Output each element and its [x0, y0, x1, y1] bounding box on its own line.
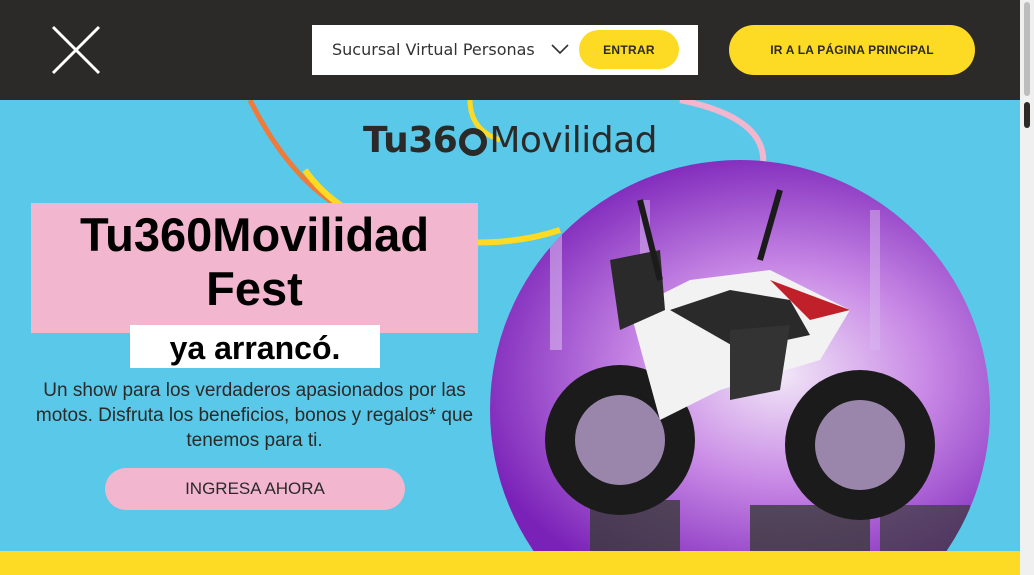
brand-logo-light: Movilidad: [489, 120, 657, 161]
hero-subtitle: ya arrancó.: [130, 325, 380, 368]
login-button[interactable]: ENTRAR: [579, 30, 679, 69]
home-page-button[interactable]: IR A LA PÁGINA PRINCIPAL: [729, 25, 975, 75]
hero-title-line2: Fest: [206, 262, 303, 315]
branch-select-label: Sucursal Virtual Personas: [332, 40, 535, 59]
hero-title-line1: Tu360Movilidad: [79, 208, 430, 261]
brand-logo: Tu36 Movilidad: [363, 120, 657, 161]
login-box: Sucursal Virtual Personas ENTRAR: [312, 25, 698, 75]
close-icon: [51, 25, 101, 75]
top-bar: Sucursal Virtual Personas ENTRAR IR A LA…: [0, 0, 1020, 100]
branch-select[interactable]: Sucursal Virtual Personas: [332, 25, 570, 75]
ingresa-ahora-button[interactable]: INGRESA AHORA: [105, 468, 405, 510]
chevron-down-icon: [551, 44, 569, 55]
close-button[interactable]: [46, 20, 106, 80]
hero-description: Un show para los verdaderos apasionados …: [35, 380, 474, 451]
scrollbar-thumb[interactable]: [1020, 0, 1034, 100]
brand-logo-bold: Tu36: [363, 120, 458, 161]
bottom-yellow-band: [0, 551, 1020, 575]
scrollbar-thumb-grip: [1024, 2, 1030, 96]
ring-icon: [459, 128, 488, 156]
motorcycle-photo: [490, 160, 990, 551]
inner-scrollbar-thumb[interactable]: [1024, 102, 1030, 128]
hero-title: Tu360Movilidad Fest: [31, 203, 478, 333]
hero-banner: Tu36 Movilidad Tu360Movilidad Fest ya ar…: [0, 100, 1020, 551]
